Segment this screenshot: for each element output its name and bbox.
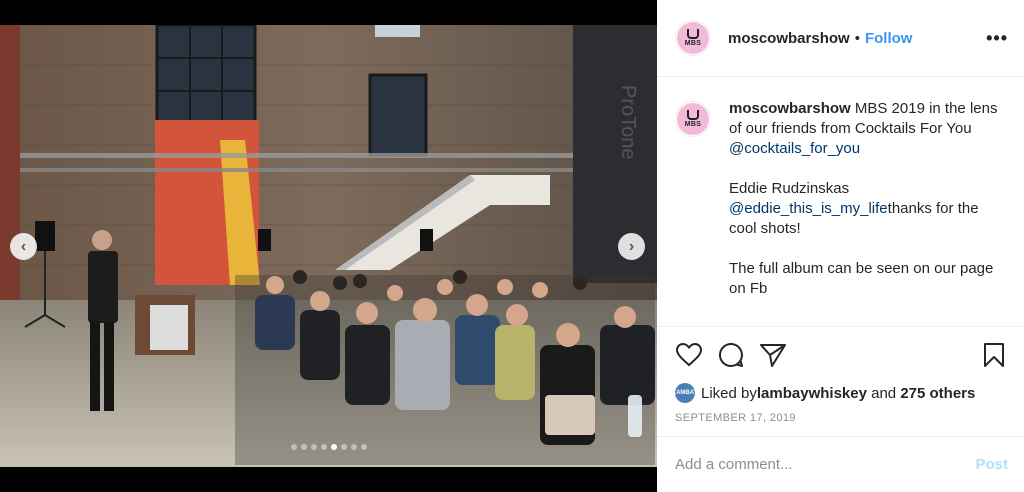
bookmark-icon[interactable] xyxy=(980,341,1008,369)
likes-summary: LAMBAY Liked by lambaywhiskey and 275 ot… xyxy=(657,382,1024,404)
carousel-dot xyxy=(320,444,327,450)
carousel-dot xyxy=(360,444,367,450)
chevron-right-icon: › xyxy=(628,237,635,255)
caption-text: moscowbarshow MBS 2019 in the lens of ou… xyxy=(729,99,1008,326)
post-header: MBS moscowbarshow • Follow ••• xyxy=(657,0,1024,77)
carousel-dot xyxy=(300,444,307,450)
carousel-dot xyxy=(310,444,317,450)
comment-input[interactable] xyxy=(675,456,976,473)
carousel-indicator xyxy=(0,444,657,450)
comment-bar: Post xyxy=(657,436,1024,492)
post-comment-button[interactable]: Post xyxy=(975,456,1008,473)
caption-body: The full album can be seen on our page o… xyxy=(729,260,994,297)
caption-username[interactable]: moscowbarshow xyxy=(729,100,851,117)
post-photo[interactable]: ProTone xyxy=(0,25,657,467)
chevron-left-icon: ‹ xyxy=(20,237,27,255)
post-details-panel: MBS moscowbarshow • Follow ••• MBS mosco… xyxy=(657,0,1024,492)
media-panel: ProTone ‹ › xyxy=(0,0,657,492)
likes-middle: and xyxy=(866,384,901,402)
heart-icon[interactable] xyxy=(675,341,703,369)
caption-line: Eddie Rudzinskas xyxy=(729,180,850,197)
mention-link[interactable]: @cocktails_for_you xyxy=(729,140,860,157)
carousel-dot xyxy=(290,444,297,450)
likes-others-link[interactable]: 275 others xyxy=(900,385,975,402)
previous-slide-button[interactable]: ‹ xyxy=(10,233,37,260)
caption-avatar[interactable]: MBS xyxy=(675,101,711,137)
carousel-dot xyxy=(340,444,347,450)
liker-username[interactable]: lambaywhiskey xyxy=(757,385,867,402)
carousel-dot xyxy=(350,444,357,450)
follow-button[interactable]: Follow xyxy=(865,30,913,47)
share-icon[interactable] xyxy=(759,341,787,369)
liker-avatar[interactable]: LAMBAY xyxy=(672,383,698,403)
action-bar xyxy=(657,327,1024,382)
more-icon[interactable]: ••• xyxy=(986,28,1008,49)
cup-icon xyxy=(687,29,699,39)
header-separator: • xyxy=(854,29,860,47)
carousel-dot xyxy=(330,444,337,450)
avatar-logo-text: MBS xyxy=(684,121,702,128)
comment-icon[interactable] xyxy=(717,341,745,369)
mention-link[interactable]: @eddie_this_is_my_life xyxy=(729,200,888,217)
post-date: SEPTEMBER 17, 2019 xyxy=(675,412,796,424)
svg-text:ProTone: ProTone xyxy=(617,85,639,160)
event-photo: ProTone xyxy=(0,25,657,467)
profile-avatar[interactable]: MBS xyxy=(675,20,711,56)
likes-prefix: Liked by xyxy=(701,384,757,402)
avatar-logo-text: MBS xyxy=(684,40,702,47)
post-caption: MBS moscowbarshow MBS 2019 in the lens o… xyxy=(657,77,1024,327)
header-username[interactable]: moscowbarshow xyxy=(728,30,850,47)
cup-icon xyxy=(687,110,699,120)
next-slide-button[interactable]: › xyxy=(618,233,645,260)
